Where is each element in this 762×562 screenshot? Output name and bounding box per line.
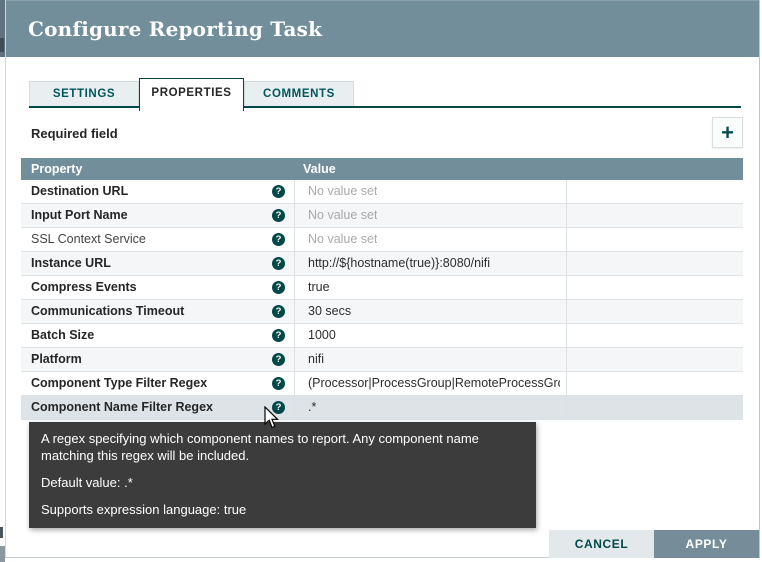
property-value[interactable]: 30 secs [308,300,351,323]
column-divider [294,204,295,227]
column-divider [566,252,567,275]
property-value[interactable]: 1000 [308,324,336,347]
column-divider [294,396,295,419]
column-divider [566,372,567,395]
property-help-tooltip: A regex specifying which component names… [29,422,536,528]
table-header-row: Property Value [21,158,743,180]
property-value[interactable]: true [308,276,330,299]
background-notch-upper [0,38,4,52]
table-row[interactable]: SSL Context Service ? No value set [21,228,743,252]
dialog-title: Configure Reporting Task [28,17,322,41]
table-row[interactable]: Platform ? nifi [21,348,743,372]
tooltip-default-value: Default value: .* [41,474,524,491]
cancel-button[interactable]: CANCEL [549,530,654,558]
help-icon[interactable]: ? [272,353,285,366]
property-value[interactable]: .* [308,396,316,419]
configure-reporting-task-dialog: Configure Reporting Task SETTINGS PROPER… [5,0,760,558]
table-row[interactable]: Batch Size ? 1000 [21,324,743,348]
property-name: Compress Events [31,276,137,299]
dialog-header: Configure Reporting Task [6,0,759,57]
column-divider [294,300,295,323]
tab-underline [29,106,741,108]
column-divider [566,204,567,227]
table-row[interactable]: Component Type Filter Regex ? (Processor… [21,372,743,396]
column-header-property: Property [31,158,82,180]
screen: Configure Reporting Task SETTINGS PROPER… [0,0,762,562]
column-divider [566,228,567,251]
table-row[interactable]: Communications Timeout ? 30 secs [21,300,743,324]
help-icon[interactable]: ? [272,233,285,246]
property-value[interactable]: nifi [308,348,324,371]
apply-button[interactable]: APPLY [654,530,759,558]
column-divider [294,372,295,395]
table-row[interactable]: Instance URL ? http://${hostname(true)}:… [21,252,743,276]
column-header-value: Value [303,158,336,180]
property-name: Platform [31,348,82,371]
property-name: Batch Size [31,324,94,347]
help-icon[interactable]: ? [272,329,285,342]
property-name: Component Type Filter Regex [31,372,207,395]
column-divider [566,348,567,371]
help-icon[interactable]: ? [272,209,285,222]
column-divider [294,348,295,371]
property-name: Communications Timeout [31,300,184,323]
property-name: Instance URL [31,252,111,275]
table-row[interactable]: Compress Events ? true [21,276,743,300]
column-divider [294,228,295,251]
property-value[interactable]: (Processor|ProcessGroup|RemoteProcessGro… [308,372,560,395]
column-divider [566,324,567,347]
tooltip-description: A regex specifying which component names… [41,430,524,464]
tab-comments[interactable]: COMMENTS [244,81,354,107]
mouse-cursor-icon [263,406,280,431]
help-icon[interactable]: ? [272,185,285,198]
column-divider [294,252,295,275]
column-divider [294,324,295,347]
help-icon[interactable]: ? [272,257,285,270]
column-divider [566,276,567,299]
property-value[interactable]: No value set [308,228,377,251]
column-divider [566,396,567,419]
required-field-label: Required field [31,126,118,141]
property-value[interactable]: No value set [308,180,377,203]
background-notch-lower [0,527,3,538]
add-property-button[interactable]: + [712,117,743,148]
property-name: Component Name Filter Regex [31,396,213,419]
property-name: SSL Context Service [31,228,146,251]
property-value[interactable]: http://${hostname(true)}:8080/nifi [308,252,490,275]
help-icon[interactable]: ? [272,305,285,318]
plus-icon: + [713,119,742,146]
background-sliver-bottom [0,546,5,562]
property-name: Input Port Name [31,204,128,227]
property-name: Destination URL [31,180,128,203]
help-icon[interactable]: ? [272,281,285,294]
property-value[interactable]: No value set [308,204,377,227]
column-divider [566,300,567,323]
table-row-highlighted[interactable]: Component Name Filter Regex ? .* [21,396,743,420]
column-divider [294,180,295,203]
help-icon[interactable]: ? [272,377,285,390]
column-divider [294,276,295,299]
tab-settings[interactable]: SETTINGS [29,81,139,107]
properties-table: Property Value Destination URL ? No valu… [21,158,743,420]
table-row[interactable]: Input Port Name ? No value set [21,204,743,228]
table-row[interactable]: Destination URL ? No value set [21,180,743,204]
column-divider [566,180,567,203]
tab-properties[interactable]: PROPERTIES [139,78,244,111]
tooltip-expression-language: Supports expression language: true [41,501,524,518]
